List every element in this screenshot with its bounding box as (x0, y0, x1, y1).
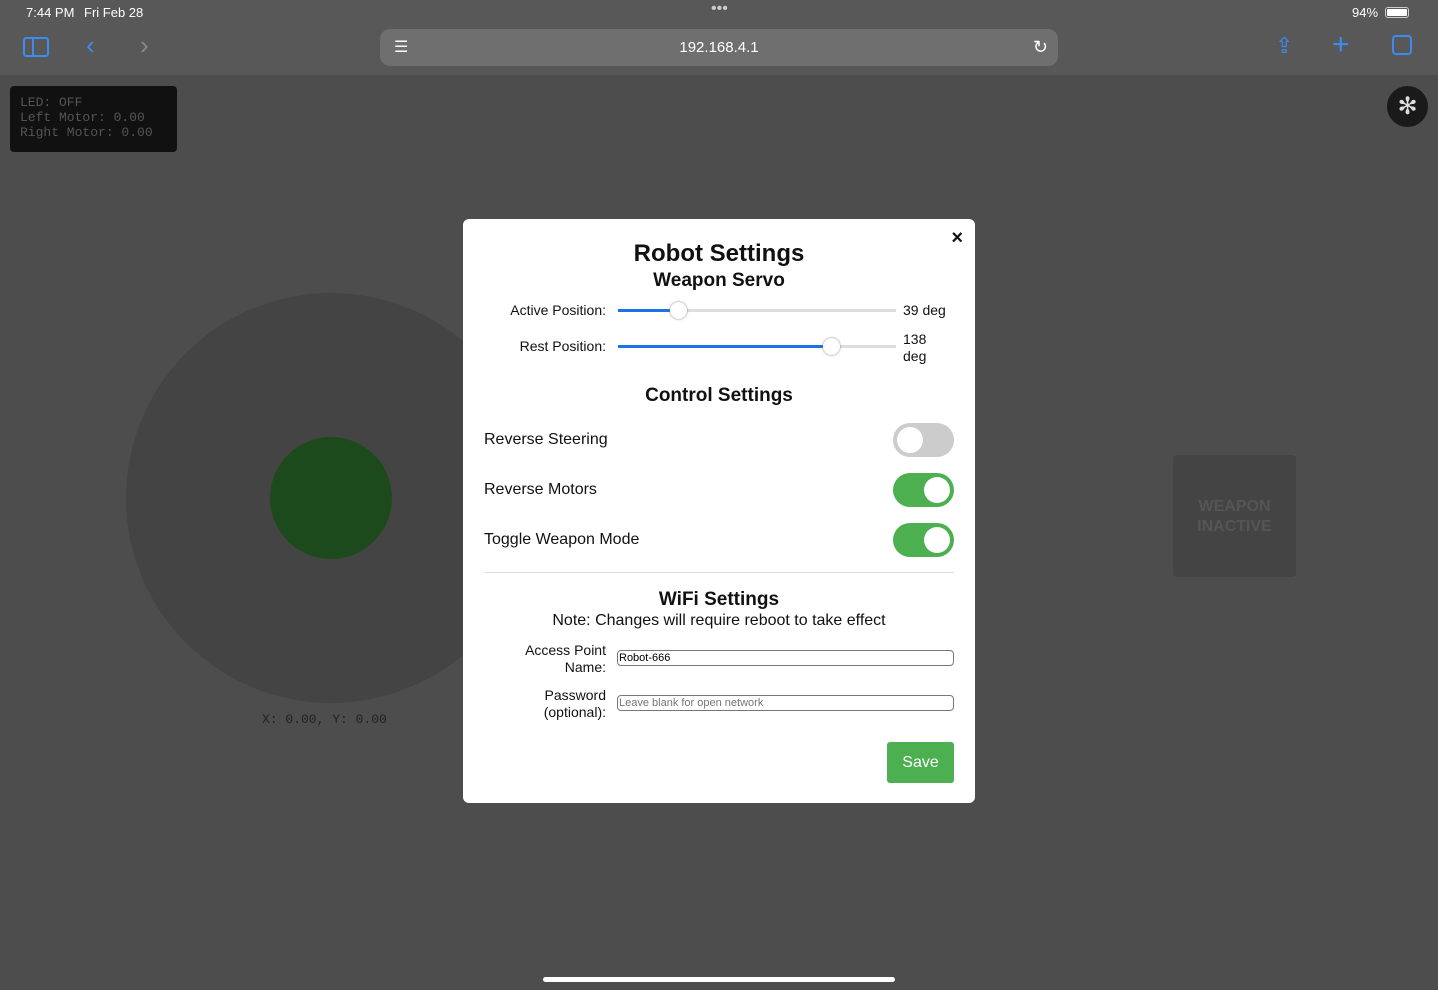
multitask-dots-icon[interactable]: ••• (711, 0, 728, 18)
rest-position-row: Rest Position: 138 deg (463, 331, 975, 364)
divider (484, 572, 954, 573)
toggle-row: Reverse Steering (484, 423, 954, 457)
left-motor: Left Motor: 0.00 (20, 110, 145, 125)
right-motor: Right Motor: 0.00 (20, 125, 153, 140)
url-text: 192.168.4.1 (679, 39, 759, 56)
active-position-row: Active Position: 39 deg (463, 296, 975, 326)
settings-modal: × Robot Settings Weapon Servo Active Pos… (463, 219, 975, 803)
status-date: Fri Feb 28 (84, 5, 144, 20)
forward-icon[interactable]: › (140, 30, 149, 61)
weapon-button[interactable]: WEAPON INACTIVE (1173, 455, 1296, 577)
password-label: Password (optional): (543, 687, 606, 720)
joystick-coords: X: 0.00, Y: 0.00 (262, 712, 387, 727)
reload-icon[interactable]: ↻ (1033, 29, 1048, 66)
reader-icon[interactable]: ☰ (394, 29, 408, 66)
toggle-label: Reverse Motors (484, 481, 597, 498)
ap-name-input[interactable] (617, 650, 954, 666)
rest-position-slider[interactable] (618, 338, 896, 355)
home-indicator[interactable] (543, 977, 895, 982)
toggle-label: Toggle Weapon Mode (484, 531, 640, 548)
joystick-knob[interactable] (270, 437, 392, 559)
sidebar-icon[interactable] (23, 37, 49, 57)
rest-position-label: Rest Position: (519, 338, 606, 354)
status-time: 7:44 PM (26, 5, 75, 20)
reverse-steering-toggle[interactable] (893, 423, 954, 457)
active-position-slider[interactable] (618, 302, 896, 319)
led-status: LED: OFF (20, 95, 83, 110)
toggle-row: Reverse Motors (484, 473, 954, 507)
reverse-motors-toggle[interactable] (893, 473, 954, 507)
toggle-label: Reverse Steering (484, 431, 608, 448)
control-heading: Control Settings (645, 385, 793, 406)
address-bar[interactable]: ☰ 192.168.4.1 ↻ (380, 29, 1058, 66)
wifi-note: Note: Changes will require reboot to tak… (552, 612, 886, 629)
browser-toolbar: 7:44 PM Fri Feb 28 ••• 94% ‹ › ☰ 192.168… (0, 0, 1438, 75)
close-icon[interactable]: × (951, 227, 963, 250)
back-icon[interactable]: ‹ (86, 30, 95, 61)
active-position-value: 39 deg (903, 302, 946, 318)
active-position-label: Active Position: (510, 302, 606, 318)
weapon-mode-toggle[interactable] (893, 523, 954, 557)
rest-position-value: 138 deg (903, 331, 927, 364)
settings-gear-icon[interactable]: ✻ (1387, 86, 1428, 127)
modal-title: Robot Settings (633, 240, 805, 267)
battery-percent: 94% (1352, 5, 1379, 20)
save-button[interactable]: Save (887, 742, 954, 783)
battery-icon (1385, 7, 1409, 18)
servo-heading: Weapon Servo (653, 270, 785, 291)
share-icon[interactable]: ⇪ (1275, 33, 1293, 59)
wifi-heading: WiFi Settings (658, 589, 780, 610)
password-input[interactable] (617, 695, 954, 711)
new-tab-icon[interactable]: + (1332, 28, 1350, 62)
ap-name-label: Access Point Name: (525, 642, 606, 675)
telemetry-panel: LED: OFF Left Motor: 0.00 Right Motor: 0… (10, 86, 177, 152)
toggle-row: Toggle Weapon Mode (484, 523, 954, 557)
tabs-icon[interactable] (1392, 35, 1412, 55)
